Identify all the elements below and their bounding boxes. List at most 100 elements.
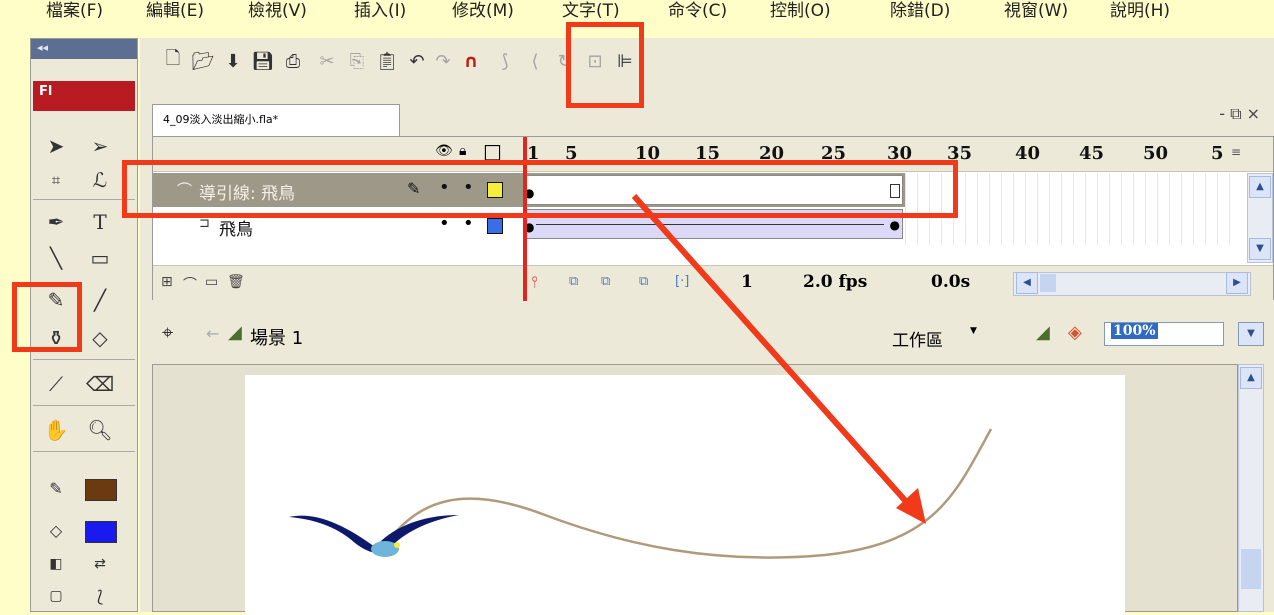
zoom-dropdown-button[interactable]: ▼ — [1238, 322, 1264, 346]
paste-icon[interactable]: 📋︎ — [374, 48, 400, 74]
zoom-input[interactable]: 100% — [1104, 322, 1224, 346]
straighten-icon[interactable]: ⟨ — [522, 48, 548, 74]
snap-highlight-box — [566, 22, 644, 108]
layer-color-swatch[interactable] — [487, 218, 503, 234]
add-folder-icon[interactable]: ▭ — [205, 274, 218, 290]
workspace-dropdown[interactable]: 工作區 — [892, 326, 943, 351]
menu-edit[interactable]: 編輯(E) — [146, 0, 204, 21]
frame-label: 45 — [1079, 143, 1105, 164]
center-frame-icon[interactable]: ⫯ — [531, 272, 538, 292]
fill-color-swatch[interactable] — [85, 521, 117, 543]
save-icon[interactable]: 💾︎ — [250, 48, 276, 74]
menu-insert[interactable]: 插入(I) — [354, 0, 406, 21]
snap-magnet-icon[interactable]: ∩ — [458, 48, 484, 74]
add-layer-icon[interactable]: ⊞ — [161, 274, 173, 290]
pencil-highlight-box — [12, 282, 82, 352]
frame-label: 5 — [1211, 143, 1224, 164]
menu-modify[interactable]: 修改(M) — [452, 0, 514, 21]
smooth-icon[interactable]: ⟆ — [492, 48, 518, 74]
smooth-icon[interactable]: ⟅ — [83, 579, 117, 613]
menu-text[interactable]: 文字(T) — [562, 0, 620, 21]
window-controls[interactable]: - ⧉ × — [1219, 104, 1260, 124]
rectangle-icon[interactable]: ▭ — [83, 241, 117, 275]
frame-label: 50 — [1143, 143, 1169, 164]
eyedropper-icon[interactable]: ⟋ — [39, 367, 73, 401]
menu-window[interactable]: 視窗(W) — [1004, 0, 1068, 21]
undo-icon[interactable]: ↶ — [404, 48, 430, 74]
menu-view[interactable]: 檢視(V) — [248, 0, 307, 21]
scroll-up-button[interactable]: ▲ — [1240, 367, 1262, 389]
toolbox-collapse-bar[interactable]: ◂◂ — [31, 39, 137, 59]
stroke-color-icon[interactable]: ✎ — [39, 471, 73, 505]
new-file-icon[interactable]: 🗋 — [160, 48, 186, 74]
menu-debug[interactable]: 除錯(D) — [890, 0, 950, 21]
eye-icon[interactable]: 👁︎ — [435, 143, 453, 159]
layer-name-bird[interactable]: 飛鳥 — [219, 215, 253, 240]
current-frame: 1 — [741, 272, 753, 292]
timeline-vertical-scrollbar[interactable]: ▲ ▼ — [1247, 173, 1273, 263]
cut-icon[interactable]: ✂ — [314, 48, 340, 74]
eraser-icon[interactable]: ⌫ — [83, 367, 117, 401]
lock-icon[interactable]: 🔒︎ — [459, 143, 466, 159]
modify-markers-icon[interactable]: [·] — [675, 274, 689, 289]
save-to-web-icon[interactable]: ⬇ — [220, 48, 246, 74]
fill-color-icon[interactable]: ◇ — [39, 513, 73, 547]
subselection-icon[interactable]: ➢ — [83, 129, 117, 163]
paint-bucket-icon[interactable]: ◇ — [83, 321, 117, 355]
onion-outline-icon[interactable]: ⧉ — [601, 274, 610, 289]
elapsed-time: 0.0s — [931, 272, 971, 292]
scroll-left-button[interactable]: ◀ — [1016, 272, 1038, 294]
menu-help[interactable]: 說明(H) — [1110, 0, 1170, 21]
scene-label: 場景 1 — [250, 328, 304, 349]
open-file-icon[interactable]: 📂︎ — [190, 48, 216, 74]
scene-icon: ◢ — [228, 322, 242, 343]
swap-colors-icon[interactable]: ⇄ — [83, 547, 117, 581]
copy-icon[interactable]: ⎘ — [344, 48, 370, 74]
hand-icon[interactable]: ✋ — [39, 413, 73, 447]
frame-rate[interactable]: 2.0 fps — [803, 272, 867, 292]
stage-vertical-scrollbar[interactable]: ▲ — [1238, 364, 1264, 612]
stage[interactable] — [245, 375, 1125, 615]
stage-center-icon[interactable]: ⌖ — [162, 320, 173, 344]
edit-multiple-icon[interactable]: ⧉ — [639, 274, 648, 289]
add-guide-icon[interactable]: ⌒ — [183, 274, 197, 294]
guide-layer-highlight-box — [122, 160, 958, 218]
timeline-status-bar: ⊞ ⌒ ▭ 🗑︎ ⫯ ⧉ ⧉ ⧉ [·] 1 2.0 fps 0.0s ◀ ▶ — [153, 265, 1273, 300]
scroll-thumb[interactable] — [1040, 274, 1056, 292]
scroll-thumb[interactable] — [1241, 549, 1261, 589]
menu-control[interactable]: 控制(O) — [770, 0, 831, 21]
menu-commands[interactable]: 命令(C) — [668, 0, 727, 21]
redo-icon[interactable]: ↷ — [430, 48, 456, 74]
text-icon[interactable]: T — [83, 205, 117, 239]
object-drawing-icon[interactable]: ▢ — [39, 579, 73, 613]
timeline-horizontal-scrollbar[interactable]: ◀ ▶ — [1013, 272, 1251, 296]
tween-arrow — [536, 224, 884, 225]
edit-symbol-icon[interactable]: ◈ — [1068, 322, 1082, 343]
selection-icon[interactable]: ➤ — [39, 129, 73, 163]
scene-bar: ⌖ ← ◢ 場景 1 工作區 ▼ ◢ ◈ 100% ▼ — [140, 310, 1274, 362]
onion-skin-icon[interactable]: ⧉ — [569, 274, 578, 289]
scroll-right-button[interactable]: ▶ — [1226, 272, 1248, 294]
document-tab[interactable]: 4_09淡入淡出縮小.fla* — [152, 104, 400, 136]
zoom-value: 100% — [1111, 323, 1158, 339]
lasso-icon[interactable]: ℒ — [83, 163, 117, 197]
line-icon[interactable]: ╲ — [39, 241, 73, 275]
brush-icon[interactable]: ╱ — [83, 283, 117, 317]
default-colors-icon[interactable]: ◧ — [39, 547, 73, 581]
timeline-menu-icon[interactable]: ≡ — [1231, 145, 1241, 159]
dropdown-arrow-icon[interactable]: ▼ — [970, 326, 977, 336]
scroll-up-button[interactable]: ▲ — [1249, 176, 1271, 198]
keyframe-dot[interactable]: ● — [890, 218, 900, 232]
menu-file[interactable]: 檔案(F) — [46, 0, 103, 21]
stroke-color-swatch[interactable] — [85, 479, 117, 501]
free-transform-icon[interactable]: ⌗ — [39, 163, 73, 197]
scroll-down-button[interactable]: ▼ — [1249, 238, 1271, 260]
back-arrow-icon[interactable]: ← — [206, 324, 219, 343]
guide-path — [377, 428, 993, 559]
frame-label: 40 — [1015, 143, 1041, 164]
delete-layer-icon[interactable]: 🗑︎ — [227, 274, 245, 290]
edit-scene-icon[interactable]: ◢ — [1036, 322, 1050, 343]
zoom-icon[interactable]: 🔍︎ — [83, 413, 117, 447]
pen-icon[interactable]: ✒ — [39, 205, 73, 239]
print-icon[interactable]: ⎙ — [280, 48, 306, 74]
